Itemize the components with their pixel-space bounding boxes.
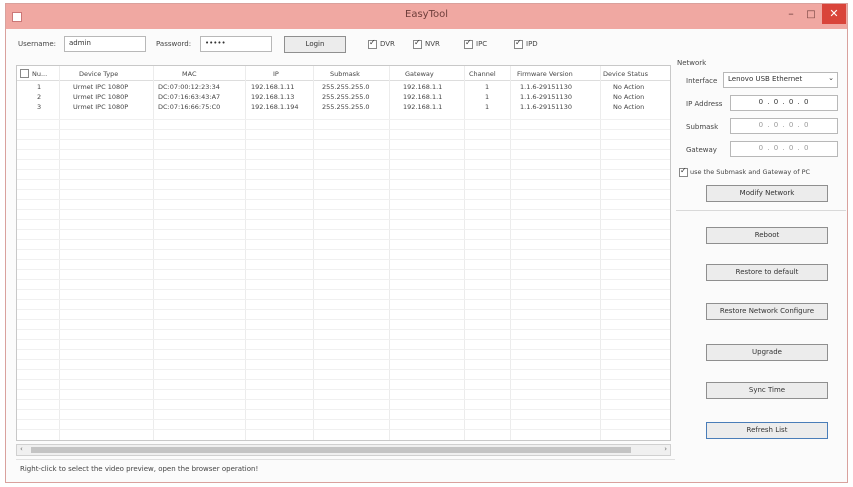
panel-divider <box>676 210 846 211</box>
scroll-right-icon[interactable]: › <box>664 445 667 453</box>
cell-device-type: Urmet IPC 1080P <box>73 103 129 111</box>
cell-number: 1 <box>37 83 42 91</box>
cell-ip: 192.168.1.194 <box>251 103 299 111</box>
upgrade-button[interactable]: Upgrade <box>706 344 828 361</box>
cell-number: 2 <box>37 93 42 101</box>
cell-gateway: 192.168.1.1 <box>403 83 443 91</box>
modify-network-button[interactable]: Modify Network <box>706 185 828 202</box>
use-pc-settings-label: use the Submask and Gateway of PC <box>690 168 811 176</box>
maximize-button[interactable]: □ <box>803 7 819 23</box>
refresh-list-button[interactable]: Refresh List <box>706 422 828 439</box>
cell-firmware: 1.1.6-29151130 <box>520 83 572 91</box>
scroll-left-icon[interactable]: ‹ <box>20 445 23 453</box>
cell-gateway: 192.168.1.1 <box>403 93 443 101</box>
title-bar: EasyTool – □ ✕ <box>6 4 847 29</box>
cell-submask: 255.255.255.0 <box>322 93 370 101</box>
cell-mac: DC:07:00:12:23:34 <box>158 83 220 91</box>
cell-submask: 255.255.255.0 <box>322 103 370 111</box>
col-header-gateway[interactable]: Gateway <box>405 70 445 78</box>
ip-address-label: IP Address <box>686 100 723 108</box>
password-input[interactable]: ••••• <box>200 36 272 52</box>
ipd-checkbox[interactable] <box>514 38 523 49</box>
cell-firmware: 1.1.6-29151130 <box>520 103 572 111</box>
nvr-label: NVR <box>425 40 440 48</box>
restore-default-button[interactable]: Restore to default <box>706 264 828 281</box>
nvr-checkbox[interactable] <box>413 38 422 49</box>
cell-ip: 192.168.1.11 <box>251 83 295 91</box>
cell-channel: 1 <box>485 103 490 111</box>
cell-gateway: 192.168.1.1 <box>403 103 443 111</box>
cell-mac: DC:07:16:63:43:A7 <box>158 93 221 101</box>
scroll-thumb[interactable] <box>31 447 631 453</box>
gateway-field[interactable]: 0 . 0 . 0 . 0 <box>730 141 838 157</box>
chevron-down-icon: ⌄ <box>828 74 834 82</box>
cell-device-type: Urmet IPC 1080P <box>73 93 129 101</box>
col-header-firmware[interactable]: Firmware Version <box>517 70 597 78</box>
col-header-ip[interactable]: IP <box>273 70 293 78</box>
cell-ip: 192.168.1.13 <box>251 93 295 101</box>
reboot-button[interactable]: Reboot <box>706 227 828 244</box>
status-bar: Right-click to select the video preview,… <box>16 459 675 478</box>
cell-mac: DC:07:16:66:75:C0 <box>158 103 221 111</box>
cell-submask: 255.255.255.0 <box>322 83 370 91</box>
easytool-window: EasyTool – □ ✕ Username: admin Password:… <box>5 3 848 483</box>
cell-number: 3 <box>37 103 42 111</box>
col-header-mac[interactable]: MAC <box>182 70 222 78</box>
device-table[interactable]: Nu... Device Type MAC IP Submask Gateway… <box>16 65 671 441</box>
login-button[interactable]: Login <box>284 36 346 53</box>
cell-device-status: No Action <box>613 93 645 101</box>
interface-select[interactable]: Lenovo USB Ethernet ⌄ <box>723 72 838 88</box>
cell-firmware: 1.1.6-29151130 <box>520 93 572 101</box>
submask-field[interactable]: 0 . 0 . 0 . 0 <box>730 118 838 134</box>
restore-network-button[interactable]: Restore Network Configure <box>706 303 828 320</box>
minimize-button[interactable]: – <box>783 7 799 23</box>
cell-channel: 1 <box>485 93 490 101</box>
username-input[interactable]: admin <box>64 36 146 52</box>
use-pc-settings-checkbox[interactable] <box>679 166 688 177</box>
sync-time-button[interactable]: Sync Time <box>706 382 828 399</box>
username-label: Username: <box>18 40 57 48</box>
dvr-checkbox[interactable] <box>368 38 377 49</box>
ipc-label: IPC <box>476 40 488 48</box>
submask-label: Submask <box>686 123 719 131</box>
close-button[interactable]: ✕ <box>822 4 846 24</box>
cell-device-status: No Action <box>613 83 645 91</box>
cell-device-type: Urmet IPC 1080P <box>73 83 129 91</box>
horizontal-scrollbar[interactable]: ‹ › <box>16 444 671 456</box>
select-all-checkbox[interactable] <box>20 69 29 78</box>
cell-device-status: No Action <box>613 103 645 111</box>
cell-channel: 1 <box>485 83 490 91</box>
ip-address-field[interactable]: 0 . 0 . 0 . 0 <box>730 95 838 111</box>
network-group-label: Network <box>677 59 707 67</box>
col-header-number[interactable]: Nu... <box>32 70 58 78</box>
col-header-device-status[interactable]: Device Status <box>603 70 669 78</box>
dvr-label: DVR <box>380 40 395 48</box>
col-header-channel[interactable]: Channel <box>469 70 509 78</box>
window-title: EasyTool <box>405 9 448 20</box>
interface-label: Interface <box>686 77 718 85</box>
password-label: Password: <box>156 40 192 48</box>
col-header-submask[interactable]: Submask <box>330 70 370 78</box>
table-header: Nu... Device Type MAC IP Submask Gateway… <box>17 66 670 81</box>
interface-value: Lenovo USB Ethernet <box>728 75 803 83</box>
ipc-checkbox[interactable] <box>464 38 473 49</box>
col-header-device-type[interactable]: Device Type <box>79 70 149 78</box>
gateway-label: Gateway <box>686 146 717 154</box>
ipd-label: IPD <box>526 40 538 48</box>
